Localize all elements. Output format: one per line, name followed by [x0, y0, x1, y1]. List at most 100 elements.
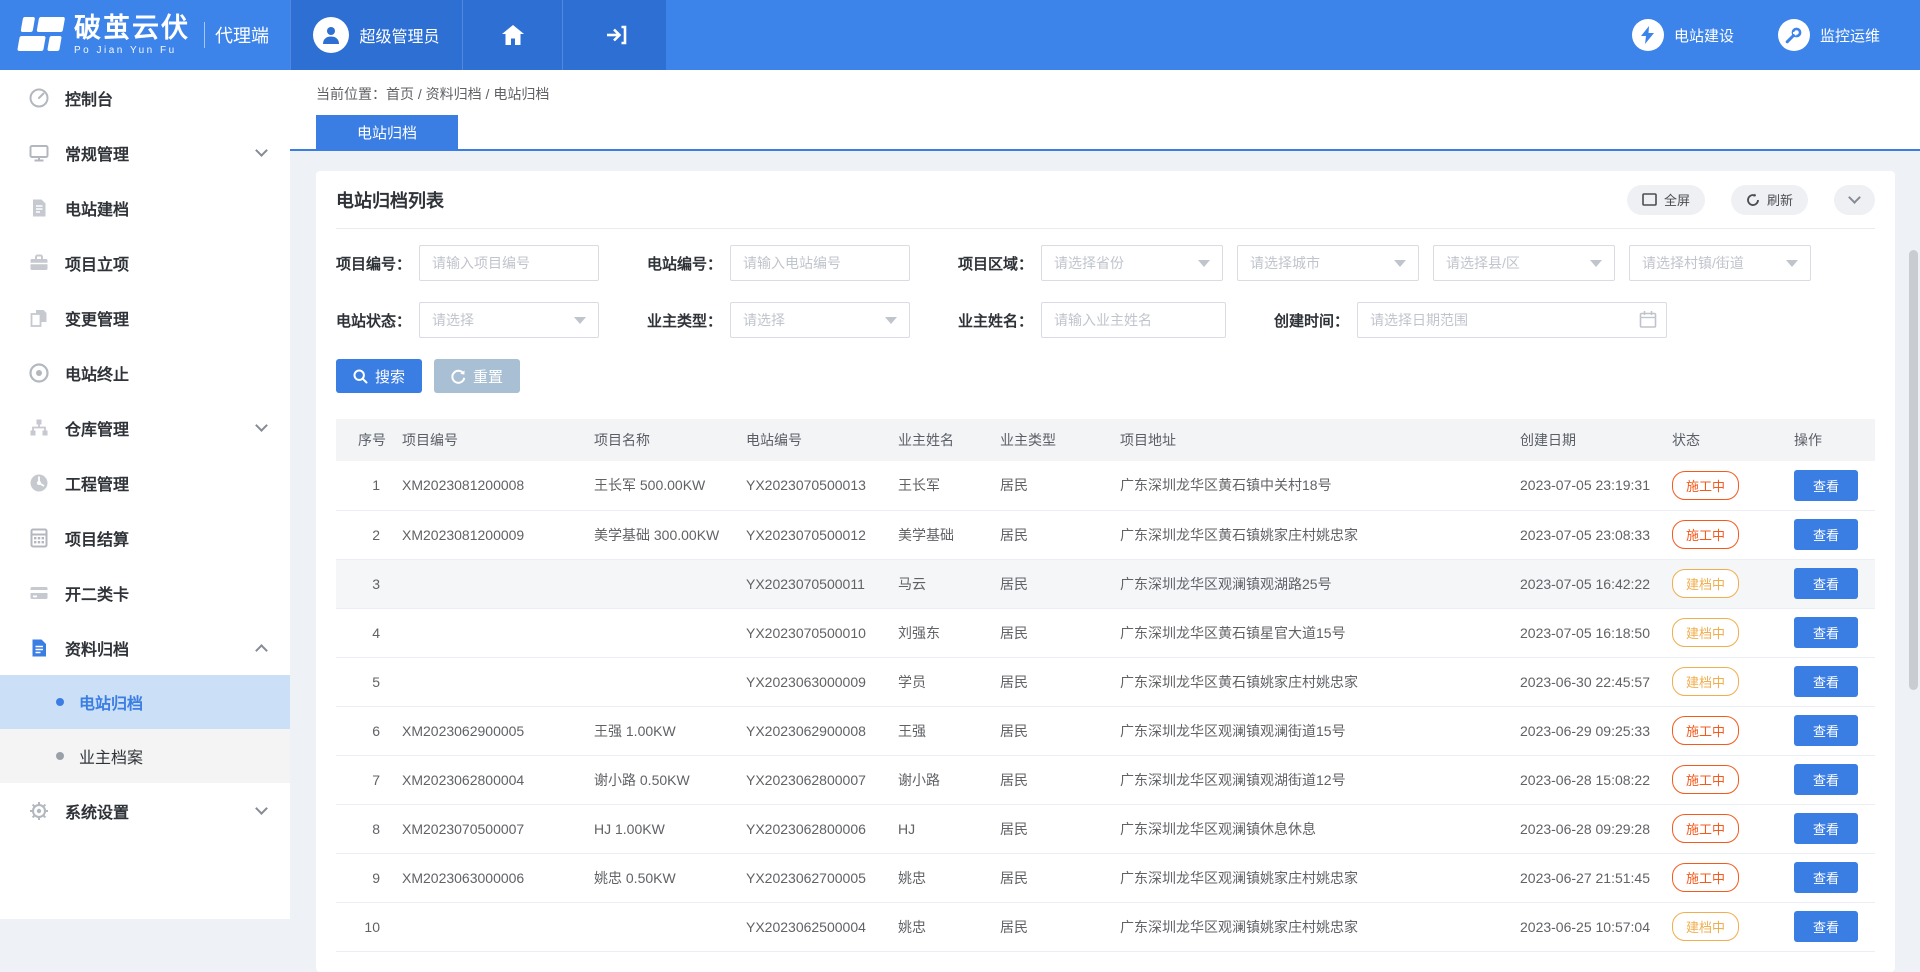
calendar-icon	[1639, 310, 1657, 329]
tab-station-archive[interactable]: 电站归档	[316, 115, 458, 149]
cell-index: 6	[336, 706, 394, 755]
cell-owner-type: 居民	[992, 608, 1112, 657]
select-placeholder: 请选择	[743, 310, 785, 330]
column-header: 创建日期	[1512, 419, 1664, 461]
table-header-row: 序号项目编号项目名称电站编号业主姓名业主类型项目地址创建日期状态操作	[336, 419, 1875, 461]
fullscreen-button[interactable]: 全屏	[1627, 185, 1705, 215]
cell-owner-type: 居民	[992, 755, 1112, 804]
select-placeholder: 请选择村镇/街道	[1642, 253, 1744, 273]
sidebar-subitem-label: 电站归档	[79, 690, 143, 714]
cell-station-no: YX2023070500010	[738, 608, 890, 657]
view-button[interactable]: 查看	[1794, 715, 1858, 746]
collapse-button[interactable]	[1834, 185, 1875, 215]
refresh-icon	[1746, 193, 1760, 207]
cell-address: 广东深圳龙华区黄石镇姚家庄村姚忠家	[1112, 657, 1512, 706]
sidebar-item-data-archive[interactable]: 资料归档	[0, 620, 290, 675]
cell-status: 施工中	[1664, 755, 1786, 804]
view-button[interactable]: 查看	[1794, 911, 1858, 942]
sidebar-item-warehouse-mgmt[interactable]: 仓库管理	[0, 400, 290, 455]
owner-name-input[interactable]	[1041, 302, 1226, 338]
cell-status: 建档中	[1664, 902, 1786, 951]
sidebar-item-label: 系统设置	[65, 799, 257, 823]
station-status-select[interactable]: 请选择	[419, 302, 599, 338]
logout-button[interactable]	[562, 0, 666, 70]
status-badge: 建档中	[1672, 667, 1739, 696]
sitemap-icon	[28, 417, 50, 439]
station-no-input[interactable]	[730, 245, 910, 281]
sidebar-item-general-mgmt[interactable]: 常规管理	[0, 125, 290, 180]
caret-down-icon	[1394, 260, 1406, 267]
cell-status: 施工中	[1664, 461, 1786, 510]
search-icon	[353, 369, 368, 384]
sidebar-item-station-filing[interactable]: 电站建档	[0, 180, 290, 235]
reset-button[interactable]: 重置	[434, 359, 520, 393]
view-button[interactable]: 查看	[1794, 568, 1858, 599]
sidebar-item-system-settings[interactable]: 系统设置	[0, 783, 290, 838]
cell-created-date: 2023-06-25 10:57:04	[1512, 902, 1664, 951]
cell-station-no: YX2023062500004	[738, 902, 890, 951]
table-row: 3 YX2023070500011 马云 居民 广东深圳龙华区观澜镇观湖路25号…	[336, 559, 1875, 608]
sidebar-item-engineering-mgmt[interactable]: 工程管理	[0, 455, 290, 510]
cell-project-no	[394, 608, 586, 657]
header-spacer	[666, 0, 1632, 70]
view-button[interactable]: 查看	[1794, 470, 1858, 501]
cell-actions: 查看	[1786, 902, 1875, 951]
nav-monitoring-ops[interactable]: 监控运维	[1778, 19, 1880, 51]
date-range-input[interactable]	[1357, 302, 1667, 338]
sidebar-item-station-termination[interactable]: 电站终止	[0, 345, 290, 400]
cell-owner-name: 姚忠	[890, 902, 992, 951]
table-row: 8 XM2023070500007 HJ 1.00KW YX2023062800…	[336, 804, 1875, 853]
cell-index: 9	[336, 853, 394, 902]
caret-down-icon	[885, 317, 897, 324]
cell-owner-name: 美学基础	[890, 510, 992, 559]
view-button[interactable]: 查看	[1794, 813, 1858, 844]
nav-station-construction[interactable]: 电站建设	[1632, 19, 1734, 51]
owner-type-select[interactable]: 请选择	[730, 302, 910, 338]
select-placeholder: 请选择县/区	[1446, 253, 1520, 273]
column-header: 操作	[1786, 419, 1875, 461]
view-button[interactable]: 查看	[1794, 519, 1858, 550]
view-button[interactable]: 查看	[1794, 764, 1858, 795]
page-scrollbar[interactable]	[1909, 250, 1918, 690]
project-no-input[interactable]	[419, 245, 599, 281]
refresh-button[interactable]: 刷新	[1731, 185, 1808, 215]
table-row: 6 XM2023062900005 王强 1.00KW YX2023062900…	[336, 706, 1875, 755]
sidebar-subitem-owner-archive[interactable]: 业主档案	[0, 729, 290, 783]
user-menu[interactable]: 超级管理员	[290, 0, 462, 70]
cell-project-name	[586, 559, 738, 608]
sidebar-item-type2-card[interactable]: 开二类卡	[0, 565, 290, 620]
sidebar-item-project-initiation[interactable]: 项目立项	[0, 235, 290, 290]
chevron-down-icon	[255, 419, 268, 432]
sidebar-item-console[interactable]: 控制台	[0, 70, 290, 125]
view-button[interactable]: 查看	[1794, 666, 1858, 697]
copy-icon	[28, 307, 50, 329]
cell-status: 建档中	[1664, 657, 1786, 706]
cell-project-no: XM2023070500007	[394, 804, 586, 853]
logout-icon	[603, 24, 627, 46]
home-button[interactable]	[462, 0, 562, 70]
status-badge: 建档中	[1672, 912, 1739, 941]
owner-name-label: 业主姓名：	[958, 310, 1033, 331]
region-select-2[interactable]: 请选择县/区	[1433, 245, 1615, 281]
sidebar-item-change-mgmt[interactable]: 变更管理	[0, 290, 290, 345]
cell-project-name: HJ 1.00KW	[586, 804, 738, 853]
region-select-3[interactable]: 请选择村镇/街道	[1629, 245, 1811, 281]
view-button[interactable]: 查看	[1794, 862, 1858, 893]
sidebar-item-project-settlement[interactable]: 项目结算	[0, 510, 290, 565]
region-select-0[interactable]: 请选择省份	[1041, 245, 1223, 281]
sidebar-item-label: 开二类卡	[65, 581, 266, 605]
sidebar-subitem-station-archive[interactable]: 电站归档	[0, 675, 290, 729]
search-button[interactable]: 搜索	[336, 359, 422, 393]
view-button[interactable]: 查看	[1794, 617, 1858, 648]
sidebar-item-label: 控制台	[65, 86, 266, 110]
cell-project-no: XM2023062900005	[394, 706, 586, 755]
status-badge: 建档中	[1672, 618, 1739, 647]
cell-address: 广东深圳龙华区观澜镇观湖街道12号	[1112, 755, 1512, 804]
status-badge: 施工中	[1672, 471, 1739, 500]
region-select-1[interactable]: 请选择城市	[1237, 245, 1419, 281]
sidebar-subitem-label: 业主档案	[79, 744, 143, 768]
column-header: 项目名称	[586, 419, 738, 461]
archive-icon	[28, 637, 50, 659]
select-placeholder: 请选择省份	[1054, 253, 1124, 273]
cell-created-date: 2023-07-05 23:19:31	[1512, 461, 1664, 510]
